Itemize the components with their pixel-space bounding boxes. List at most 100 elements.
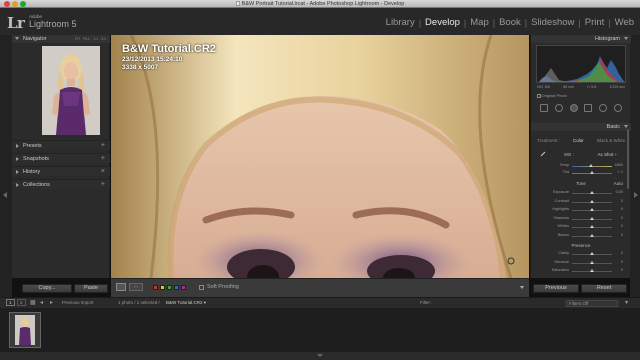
loupe-view-icon[interactable] [116, 283, 126, 291]
slider-shadows[interactable]: Shadows 0 [537, 216, 625, 222]
slider-tint[interactable]: Tint + 1 [537, 170, 625, 176]
right-panel-scrollbar[interactable] [627, 129, 629, 189]
slider-temp[interactable]: Temp 4800 [537, 163, 625, 169]
collapse-right-arrow-icon[interactable] [634, 192, 638, 198]
navigator-preview[interactable] [20, 44, 102, 137]
basic-header[interactable]: Basic [531, 123, 631, 131]
before-after-view-icon[interactable]: YY [129, 283, 143, 291]
slider-thumb[interactable] [590, 199, 594, 203]
original-photo-toggle[interactable]: Original Photo [537, 93, 567, 98]
slider-value[interactable]: 0 [621, 260, 623, 264]
slider-value[interactable]: 0 [621, 233, 623, 237]
right-panel-collapse-strip[interactable] [630, 35, 640, 297]
slider-thumb[interactable] [588, 164, 593, 167]
red-eye-tool-icon[interactable] [569, 104, 578, 112]
slider-blacks[interactable]: Blacks 0 [537, 233, 625, 239]
spot-removal-tool-icon[interactable] [554, 104, 563, 112]
toolbar-menu-chevron-down-icon[interactable] [520, 286, 524, 289]
panel-section-history[interactable]: History × [12, 166, 110, 176]
paste-settings-button[interactable]: Paste [74, 284, 108, 293]
histogram-graph[interactable] [536, 45, 626, 83]
radial-filter-tool-icon[interactable] [599, 104, 608, 112]
slider-value[interactable]: 0 [621, 268, 623, 272]
slider-value[interactable]: 0 [621, 207, 623, 211]
module-book[interactable]: Book [499, 17, 521, 28]
module-map[interactable]: Map [470, 17, 488, 28]
section-add-icon[interactable]: + [101, 155, 105, 162]
module-library[interactable]: Library [386, 17, 415, 28]
filter-lock-icon[interactable]: ▾ [625, 299, 628, 306]
slider-thumb[interactable] [590, 252, 594, 255]
wb-preset-select[interactable]: As Shot ÷ [598, 152, 617, 157]
photo-canvas[interactable]: B&W Tutorial.CR2 23/12/2013 15:24:10 333… [111, 35, 529, 278]
treatment-color-option[interactable]: Color [573, 138, 584, 143]
tone-auto-button[interactable]: Auto [614, 181, 623, 186]
slider-thumb[interactable] [590, 171, 594, 174]
slider-contrast[interactable]: Contrast 0 [537, 199, 625, 205]
grid-view-icon[interactable]: ▦ [30, 299, 36, 306]
module-web[interactable]: Web [615, 17, 634, 28]
crop-tool-icon[interactable] [540, 104, 548, 112]
color-label-swatch[interactable] [167, 285, 172, 290]
slider-thumb[interactable] [590, 191, 594, 194]
module-develop[interactable]: Develop [425, 17, 460, 28]
filmstrip-thumbnail[interactable] [9, 312, 41, 348]
slider-clarity[interactable]: Clarity 0 [537, 251, 625, 257]
slider-thumb[interactable] [590, 269, 594, 272]
slider-thumb[interactable] [590, 225, 594, 228]
slider-thumb[interactable] [590, 233, 594, 237]
slider-value[interactable]: 0 [621, 224, 623, 228]
soft-proofing-checkbox[interactable] [199, 285, 204, 290]
histogram-header[interactable]: Histogram [531, 35, 631, 43]
left-panel-collapse-strip[interactable] [0, 35, 12, 297]
slider-whites[interactable]: Whites 0 [537, 224, 625, 230]
filter-preset-select[interactable]: Filters Off [566, 299, 618, 307]
original-photo-checkbox[interactable] [537, 94, 541, 98]
secondary-window-1-button[interactable]: 1 [6, 299, 15, 306]
graduated-filter-tool-icon[interactable] [584, 104, 593, 112]
panel-section-collections[interactable]: Collections + [12, 179, 110, 189]
secondary-window-2-button[interactable]: 2 [17, 299, 26, 306]
collapse-bottom-arrow-icon[interactable] [317, 354, 323, 357]
slider-thumb[interactable] [590, 260, 594, 264]
slider-thumb[interactable] [590, 208, 594, 211]
back-arrow-icon[interactable]: ◂ [40, 299, 43, 306]
previous-import-source[interactable]: Previous Import [62, 300, 94, 305]
eyedropper-icon[interactable] [540, 151, 546, 157]
slider-saturation[interactable]: Saturation 0 [537, 268, 625, 274]
color-label-swatch[interactable] [174, 285, 179, 290]
navigator-thumbnail[interactable] [42, 46, 100, 135]
navigator-header[interactable]: Navigator FIT FILL 1:1 3:1 [12, 35, 110, 43]
filmstrip-collapse-strip[interactable] [0, 352, 640, 360]
color-label-swatch[interactable] [181, 285, 186, 290]
zoom-option[interactable]: 3:1 [101, 37, 106, 41]
module-slideshow[interactable]: Slideshow [531, 17, 574, 28]
slider-value[interactable]: 4800 [615, 163, 623, 167]
slider-value[interactable]: 0 [621, 216, 623, 220]
slider-value[interactable]: 0.00 [616, 190, 623, 194]
reset-button[interactable]: Reset [581, 284, 627, 293]
previous-settings-button[interactable]: Previous [533, 284, 579, 293]
section-add-icon[interactable]: × [101, 168, 105, 175]
slider-value[interactable]: 0 [621, 199, 623, 203]
zoom-option[interactable]: FILL [83, 37, 90, 41]
adjustment-brush-tool-icon[interactable] [613, 104, 622, 112]
slider-value[interactable]: + 1 [618, 170, 623, 174]
panel-section-presets[interactable]: Presets + [12, 140, 110, 150]
copy-settings-button[interactable]: Copy... [22, 284, 72, 293]
forward-arrow-icon[interactable]: ▸ [50, 299, 53, 306]
slider-value[interactable]: 0 [621, 251, 623, 255]
slider-thumb[interactable] [590, 216, 594, 220]
treatment-bw-option[interactable]: Black & White [597, 138, 625, 143]
zoom-option[interactable]: 1:1 [93, 37, 98, 41]
panel-section-snapshots[interactable]: Snapshots + [12, 153, 110, 163]
section-add-icon[interactable]: + [101, 142, 105, 149]
color-label-swatch[interactable] [160, 285, 165, 290]
selected-filename[interactable]: B&W Tutorial.CR2 ▾ [166, 300, 206, 306]
slider-vibrance[interactable]: Vibrance 0 [537, 260, 625, 266]
slider-highlights[interactable]: Highlights 0 [537, 207, 625, 213]
zoom-option[interactable]: FIT [75, 37, 80, 41]
slider-exposure[interactable]: Exposure 0.00 [537, 190, 625, 196]
section-add-icon[interactable]: + [101, 181, 105, 188]
module-print[interactable]: Print [585, 17, 605, 28]
